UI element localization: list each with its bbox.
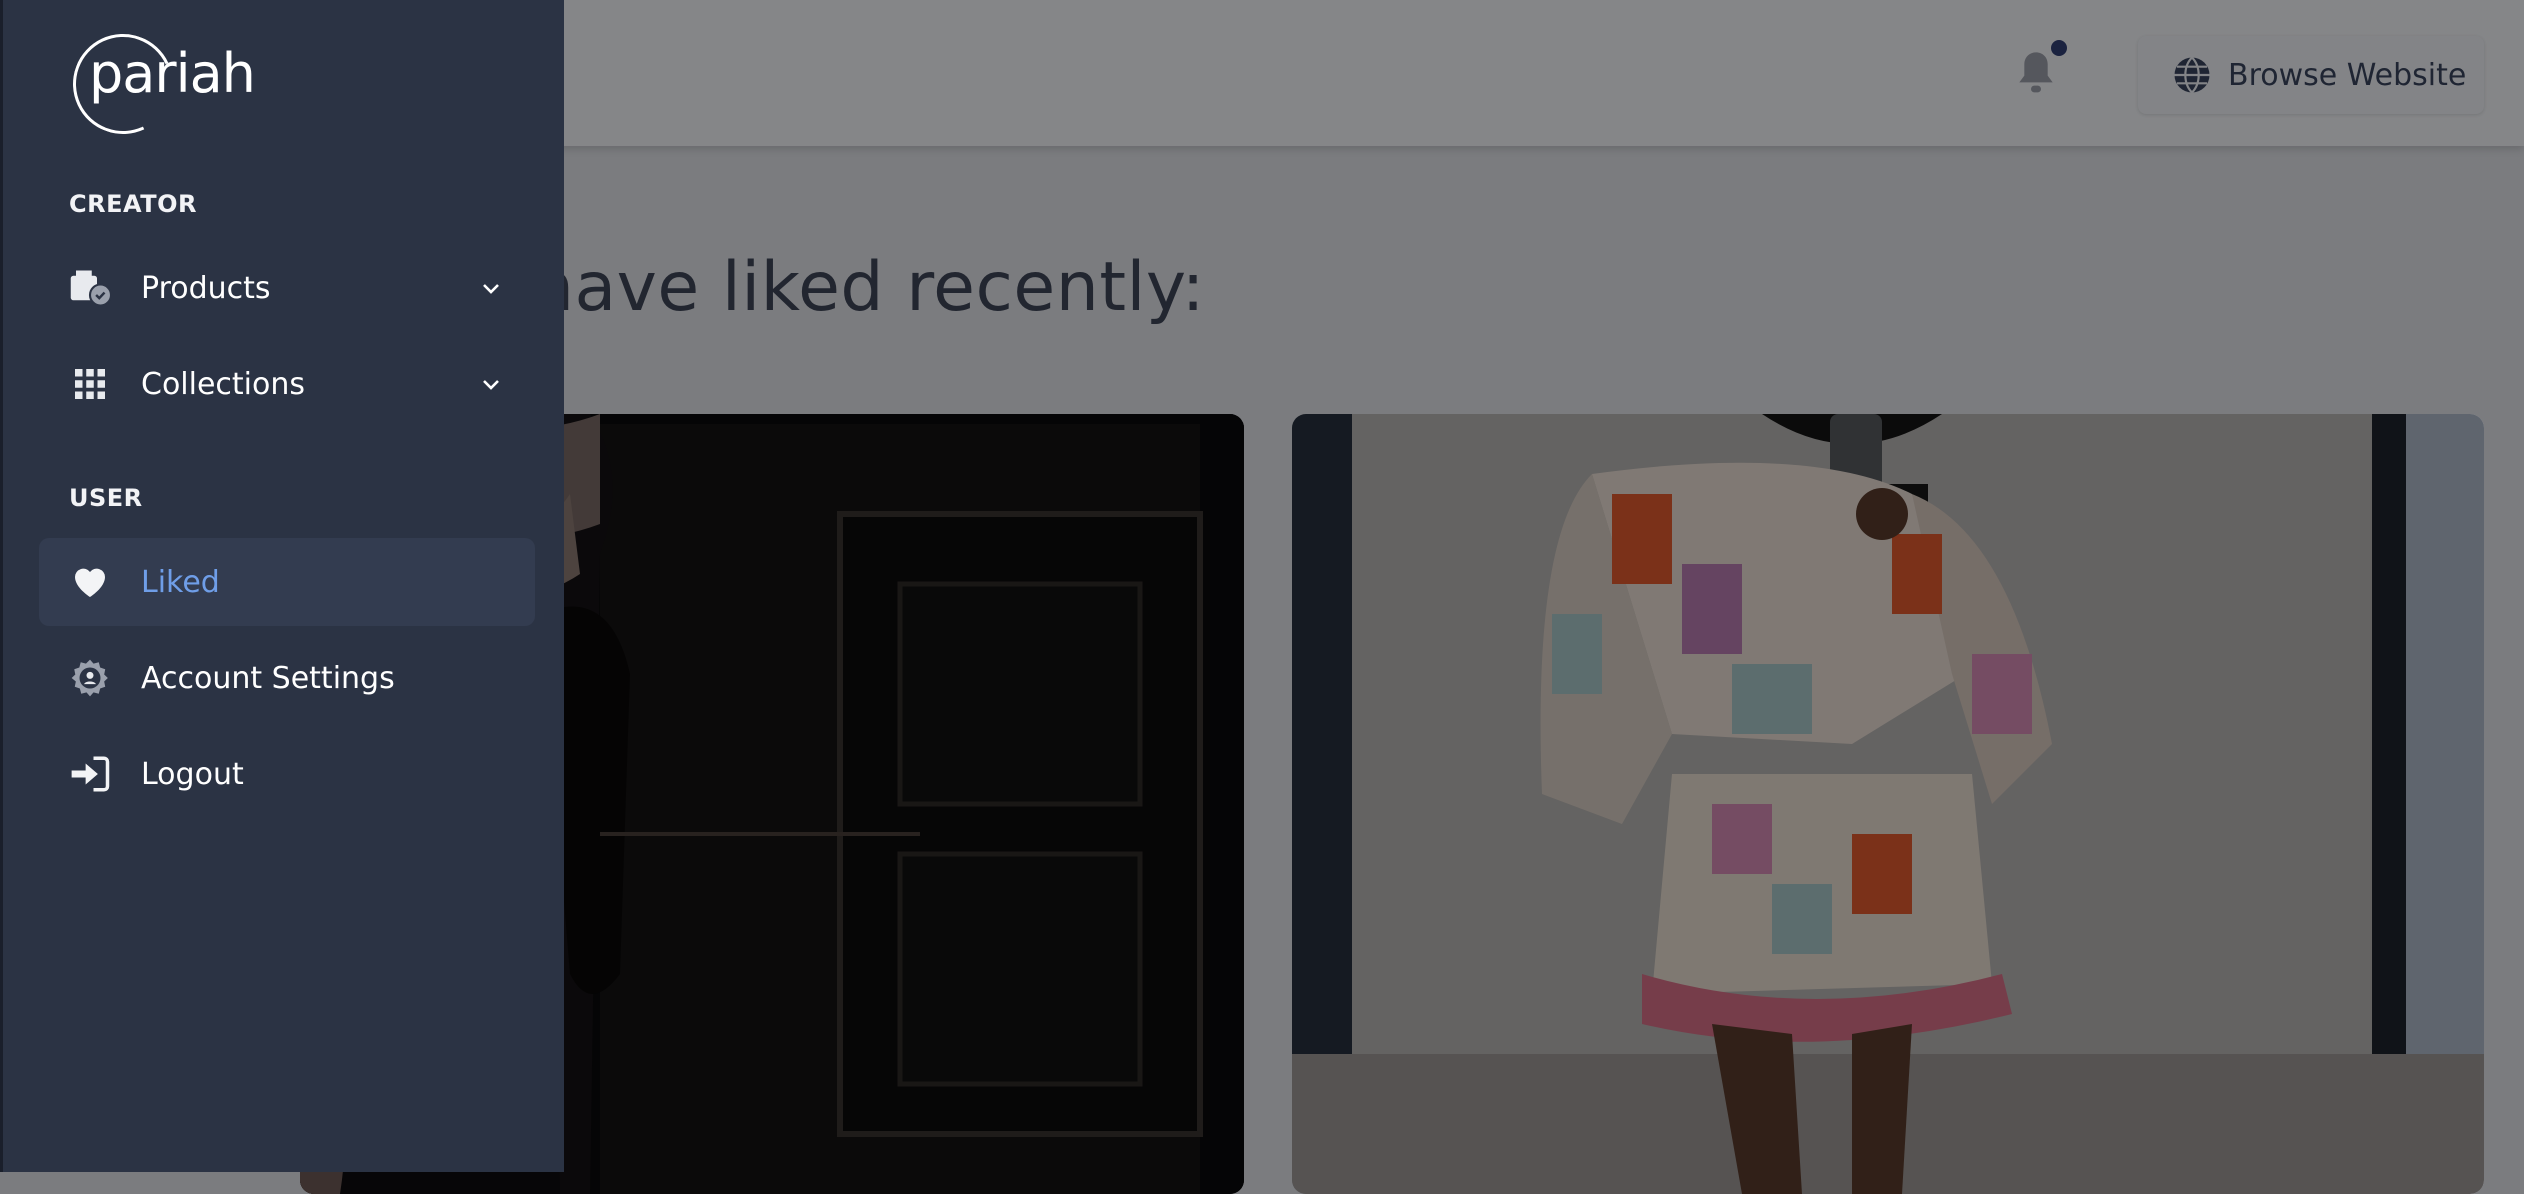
sidebar-item-products[interactable]: Products [39, 244, 535, 332]
logout-icon [69, 753, 111, 795]
bell-icon[interactable] [2016, 48, 2056, 100]
heart-icon [69, 561, 111, 603]
sidebar-item-label: Products [141, 270, 271, 306]
overlay-shade [1292, 414, 2484, 1194]
sidebar-item-logout[interactable]: Logout [39, 730, 535, 818]
globe-icon [2174, 56, 2210, 94]
logo-text: pariah [89, 42, 256, 105]
sidebar: pariah CREATOR Products Collections USER… [0, 0, 564, 1172]
pariah-logo[interactable]: pariah [58, 19, 256, 149]
sidebar-item-liked[interactable]: Liked [39, 538, 535, 626]
box-check-icon [69, 267, 111, 309]
gear-user-icon [69, 657, 111, 699]
sidebar-item-label: Account Settings [141, 660, 395, 696]
grid-icon [69, 363, 111, 405]
sidebar-item-label: Logout [141, 756, 244, 792]
sidebar-item-label: Liked [141, 564, 220, 600]
chevron-down-icon [483, 380, 499, 390]
liked-product-card[interactable] [1292, 414, 2484, 1194]
sidebar-item-collections[interactable]: Collections [39, 340, 535, 428]
browse-website-label: Browse Website [2228, 57, 2467, 93]
chevron-down-icon [483, 284, 499, 294]
section-label-creator: CREATOR [69, 190, 197, 218]
browse-website-button[interactable]: Browse Website [2138, 36, 2484, 114]
notification-dot [2051, 40, 2067, 56]
section-label-user: USER [69, 484, 143, 512]
sidebar-item-account-settings[interactable]: Account Settings [39, 634, 535, 722]
sidebar-item-label: Collections [141, 366, 306, 402]
